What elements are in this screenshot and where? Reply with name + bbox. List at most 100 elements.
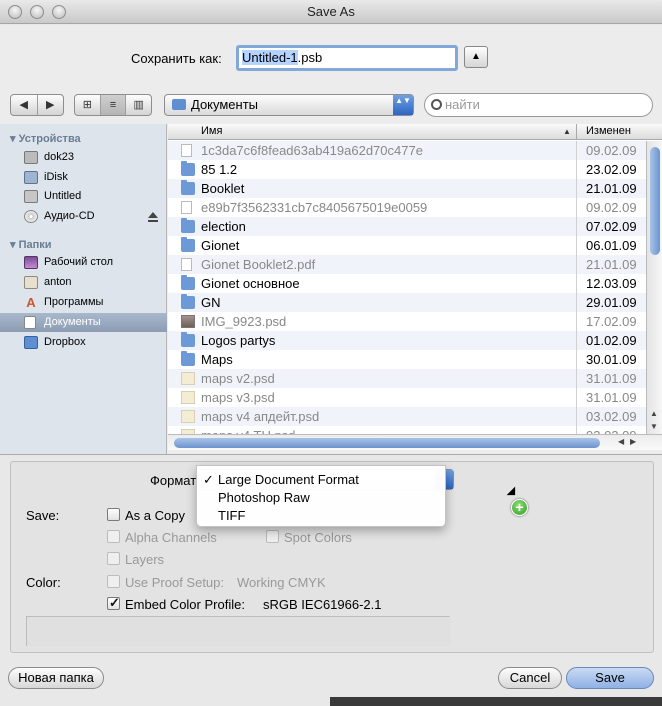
new-folder-button[interactable]: Новая папка	[8, 667, 104, 689]
scroll-right-arrow-icon[interactable]: ▶	[630, 437, 636, 446]
psd-file-icon	[181, 410, 195, 423]
horizontal-scroll-thumb[interactable]	[174, 438, 600, 448]
view-mode-selector: ⊞ ≡ ▥	[74, 94, 152, 116]
sidebar-item-audio-cd[interactable]: Аудио-CD	[0, 207, 167, 226]
as-a-copy-checkbox[interactable]	[107, 508, 120, 521]
file-name: 1c3da7c6f8fead63ab419a62d70c477e	[201, 143, 423, 158]
sidebar-item-untitled[interactable]: Untitled	[0, 187, 167, 206]
file-row[interactable]: maps v2.psd 31.01.09	[168, 369, 646, 388]
document-icon	[181, 258, 192, 271]
file-row[interactable]: maps v3.psd 31.01.09	[168, 388, 646, 407]
horizontal-scrollbar[interactable]: ◀ ▶	[168, 434, 662, 450]
file-list-header: Имя ▲ Изменен	[168, 124, 662, 140]
file-name: maps v2.psd	[201, 371, 275, 386]
search-field[interactable]: найти	[424, 93, 653, 117]
sidebar-item-label: Рабочий стол	[44, 256, 114, 268]
sidebar-devices-header[interactable]: ▾ Устройства	[10, 132, 81, 145]
file-row[interactable]: Maps 30.01.09	[168, 350, 646, 369]
embed-color-profile-checkbox[interactable]	[107, 595, 120, 611]
sidebar-item-dok23[interactable]: dok23	[0, 148, 167, 167]
sidebar-item-anton[interactable]: anton	[0, 273, 167, 292]
forward-button[interactable]: ▶	[38, 95, 64, 115]
desktop-icon	[24, 256, 38, 269]
color-profile-value: sRGB IEC61966-2.1	[263, 597, 382, 612]
icon-view-button[interactable]: ⊞	[75, 95, 101, 115]
file-row[interactable]: 85 1.2 23.02.09	[168, 160, 646, 179]
popup-arrows-icon: ▲▼	[393, 95, 413, 115]
filename-input[interactable]: Untitled-1.psb	[236, 45, 458, 71]
sidebar-item-applications[interactable]: A Программы	[0, 293, 167, 312]
file-date: 06.01.09	[576, 236, 654, 255]
alpha-channels-label: Alpha Channels	[125, 530, 217, 545]
minimize-window-button[interactable]	[30, 5, 44, 19]
sidebar-places-header[interactable]: ▾ Папки	[10, 238, 52, 251]
file-row[interactable]: Gionet 06.01.09	[168, 236, 646, 255]
folder-icon	[172, 99, 186, 110]
file-row[interactable]: 1c3da7c6f8fead63ab419a62d70c477e 09.02.09	[168, 141, 646, 160]
vertical-scroll-thumb[interactable]	[650, 147, 660, 255]
checkmark-icon: ✓	[203, 472, 214, 487]
sort-ascending-icon: ▲	[563, 127, 571, 136]
file-rows: 1c3da7c6f8fead63ab419a62d70c477e 09.02.09…	[168, 141, 646, 445]
layers-checkbox[interactable]	[107, 552, 120, 565]
nav-back-forward: ◀ ▶	[10, 94, 64, 116]
format-option-photoshop-raw[interactable]: Photoshop Raw	[197, 489, 447, 507]
format-option-large-document[interactable]: ✓ Large Document Format	[197, 471, 447, 489]
scroll-left-arrow-icon[interactable]: ◀	[618, 437, 624, 446]
file-row[interactable]: maps v4 апдейт.psd 03.02.09	[168, 407, 646, 426]
file-row[interactable]: Gionet Booklet2.pdf 21.01.09	[168, 255, 646, 274]
scroll-down-arrow-icon[interactable]: ▼	[650, 422, 658, 431]
file-row[interactable]: Logos partys 01.02.09	[168, 331, 646, 350]
folder-icon	[181, 294, 195, 309]
back-button[interactable]: ◀	[11, 95, 38, 115]
file-date: 29.01.09	[576, 293, 654, 312]
use-proof-setup-checkbox[interactable]	[107, 575, 120, 588]
sidebar-item-documents[interactable]: Документы	[0, 313, 167, 332]
sidebar-item-label: dok23	[44, 151, 74, 163]
cancel-button[interactable]: Cancel	[498, 667, 562, 689]
format-option-label: Large Document Format	[218, 472, 359, 487]
eject-icon[interactable]	[148, 212, 158, 222]
save-button[interactable]: Save	[566, 667, 654, 689]
sidebar-item-desktop[interactable]: Рабочий стол	[0, 253, 167, 272]
file-date: 09.02.09	[576, 141, 654, 160]
file-name: e89b7f3562331cb7c8405675019e0059	[201, 200, 428, 215]
folder-icon	[181, 237, 195, 252]
folder-icon	[181, 351, 195, 366]
idisk-icon	[24, 171, 38, 184]
file-date: 21.01.09	[576, 179, 654, 198]
expand-dialog-button[interactable]: ▲	[464, 46, 488, 68]
sidebar-item-idisk[interactable]: iDisk	[0, 168, 167, 187]
file-row[interactable]: IMG_9923.psd 17.02.09	[168, 312, 646, 331]
save-as-label: Сохранить как:	[131, 51, 222, 66]
name-column-header[interactable]: Имя	[201, 124, 222, 139]
column-view-button[interactable]: ▥	[126, 95, 151, 115]
proof-setup-value: Working CMYK	[237, 575, 326, 590]
close-window-button[interactable]	[8, 5, 22, 19]
sidebar-item-label: Программы	[44, 296, 104, 308]
vertical-scrollbar[interactable]: ▲ ▼	[646, 141, 662, 435]
location-label: Документы	[191, 97, 259, 112]
sidebar-item-label: Документы	[44, 316, 101, 328]
list-view-button[interactable]: ≡	[100, 95, 127, 115]
date-column-header[interactable]: Изменен	[576, 124, 654, 140]
format-label: Формат:	[150, 473, 200, 488]
file-name: GN	[201, 295, 221, 310]
scroll-up-arrow-icon[interactable]: ▲	[650, 409, 658, 418]
file-row[interactable]: election 07.02.09	[168, 217, 646, 236]
location-popup[interactable]: Документы ▲▼	[164, 94, 414, 116]
sidebar-item-dropbox[interactable]: Dropbox	[0, 333, 167, 352]
file-row[interactable]: GN 29.01.09	[168, 293, 646, 312]
format-option-tiff[interactable]: TIFF	[197, 507, 447, 525]
file-row[interactable]: e89b7f3562331cb7c8405675019e0059 09.02.09	[168, 198, 646, 217]
spot-colors-checkbox[interactable]	[266, 530, 279, 543]
file-row[interactable]: Booklet 21.01.09	[168, 179, 646, 198]
sidebar-item-label: anton	[44, 276, 72, 288]
file-name: Gionet основное	[201, 276, 300, 291]
file-name: Gionet	[201, 238, 240, 253]
file-name: maps v3.psd	[201, 390, 275, 405]
file-row[interactable]: Gionet основное 12.03.09	[168, 274, 646, 293]
alpha-channels-checkbox[interactable]	[107, 530, 120, 543]
format-option-label: TIFF	[218, 508, 246, 523]
zoom-window-button[interactable]	[52, 5, 66, 19]
